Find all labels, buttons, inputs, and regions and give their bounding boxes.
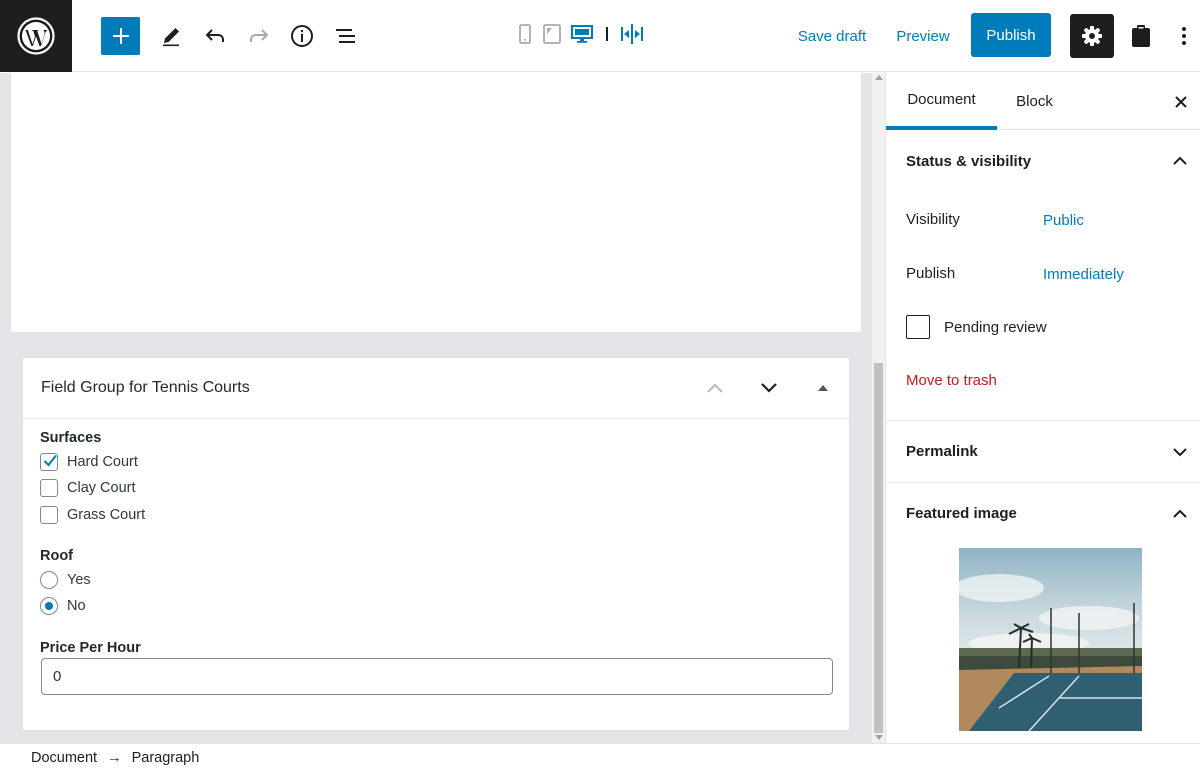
roof-option-no[interactable]: No bbox=[40, 597, 86, 615]
chevron-up-icon bbox=[1173, 509, 1187, 518]
pending-review-row[interactable]: Pending review bbox=[906, 315, 1047, 339]
add-block-button[interactable] bbox=[101, 17, 140, 55]
settings-button[interactable] bbox=[1070, 14, 1114, 58]
permalink-title: Permalink bbox=[906, 443, 978, 460]
tablet-preview-button[interactable] bbox=[541, 22, 563, 46]
mobile-preview-button[interactable] bbox=[515, 22, 535, 46]
toggle-panel-button[interactable] bbox=[808, 373, 838, 403]
preview-button[interactable]: Preview bbox=[889, 22, 957, 50]
chevron-down-icon bbox=[761, 383, 777, 393]
surface-option-hard-court[interactable]: Hard Court bbox=[40, 453, 138, 471]
tab-block[interactable]: Block bbox=[997, 73, 1072, 130]
featured-image-title: Featured image bbox=[906, 505, 1017, 522]
chevron-up-icon bbox=[707, 383, 723, 393]
list-view-icon bbox=[336, 29, 355, 43]
scrollbar-thumb[interactable] bbox=[874, 363, 883, 733]
close-icon bbox=[1175, 95, 1187, 108]
surface-option-clay-court[interactable]: Clay Court bbox=[40, 479, 136, 497]
breadcrumb-document[interactable]: Document bbox=[31, 750, 97, 766]
editor-canvas: Field Group for Tennis Courts Surfaces H… bbox=[0, 73, 885, 743]
triangle-up-icon bbox=[818, 385, 828, 391]
surface-option-grass-court[interactable]: Grass Court bbox=[40, 506, 145, 524]
visibility-label: Visibility bbox=[906, 211, 960, 228]
tab-document[interactable]: Document bbox=[886, 73, 997, 130]
chevron-down-icon bbox=[1173, 447, 1187, 456]
breadcrumb-paragraph[interactable]: Paragraph bbox=[132, 750, 200, 766]
price-per-hour-label: Price Per Hour bbox=[40, 640, 141, 656]
roof-yes-radio[interactable] bbox=[40, 571, 58, 589]
checkmark-icon bbox=[43, 454, 57, 467]
breadcrumb-separator: → bbox=[107, 750, 122, 766]
info-icon bbox=[291, 25, 313, 47]
pending-review-checkbox[interactable] bbox=[906, 315, 930, 339]
featured-image-thumbnail[interactable] bbox=[959, 548, 1142, 731]
mobile-icon bbox=[519, 24, 531, 44]
pencil-icon bbox=[163, 28, 179, 47]
toolbar-separator bbox=[606, 27, 608, 41]
wordpress-logo-button[interactable] bbox=[0, 0, 72, 72]
container-width-button[interactable] bbox=[618, 21, 646, 47]
more-options-button[interactable] bbox=[1170, 20, 1198, 52]
publish-date-toggle[interactable]: Immediately bbox=[1043, 266, 1124, 283]
clay-court-checkbox[interactable] bbox=[40, 479, 58, 497]
move-up-button[interactable] bbox=[700, 373, 730, 403]
roof-yes-label: Yes bbox=[67, 572, 91, 588]
status-visibility-panel-toggle[interactable]: Status & visibility bbox=[886, 131, 1200, 191]
editor-content-area[interactable] bbox=[11, 73, 861, 332]
status-visibility-title: Status & visibility bbox=[906, 152, 1032, 170]
publish-button[interactable]: Publish bbox=[971, 13, 1051, 57]
vertical-ellipsis-icon bbox=[1182, 27, 1186, 45]
permalink-panel-toggle[interactable]: Permalink bbox=[886, 421, 1200, 482]
roof-option-yes[interactable]: Yes bbox=[40, 571, 91, 589]
scroll-down-arrow[interactable] bbox=[875, 735, 883, 740]
content-info-button[interactable] bbox=[286, 20, 318, 52]
publish-label: Publish bbox=[906, 265, 956, 282]
clay-court-label: Clay Court bbox=[67, 480, 136, 496]
field-group-metabox: Field Group for Tennis Courts Surfaces H… bbox=[23, 358, 849, 730]
block-breadcrumb: Document → Paragraph bbox=[0, 743, 1200, 772]
metabox-title: Field Group for Tennis Courts bbox=[41, 379, 250, 396]
desktop-icon bbox=[571, 25, 593, 43]
pending-review-label: Pending review bbox=[944, 318, 1047, 336]
columns-width-icon bbox=[621, 24, 643, 44]
wordpress-icon bbox=[17, 17, 55, 55]
hard-court-checkbox[interactable] bbox=[40, 453, 58, 471]
move-to-trash-button[interactable]: Move to trash bbox=[906, 372, 997, 389]
edit-tool-button[interactable] bbox=[155, 20, 187, 52]
undo-icon bbox=[205, 29, 224, 42]
redo-icon bbox=[250, 29, 269, 42]
undo-button[interactable] bbox=[199, 20, 231, 52]
plugin-button[interactable] bbox=[1125, 20, 1157, 52]
surfaces-label: Surfaces bbox=[40, 430, 102, 446]
desktop-preview-button[interactable] bbox=[570, 22, 594, 46]
roof-no-radio[interactable] bbox=[40, 597, 58, 615]
grass-court-checkbox[interactable] bbox=[40, 506, 58, 524]
save-draft-button[interactable]: Save draft bbox=[790, 22, 874, 50]
sidebar-tabs: Document Block bbox=[886, 73, 1200, 130]
move-down-button[interactable] bbox=[754, 373, 784, 403]
roof-no-label: No bbox=[67, 598, 86, 614]
scroll-up-arrow[interactable] bbox=[875, 75, 883, 80]
redo-button[interactable] bbox=[243, 20, 275, 52]
plus-icon bbox=[112, 28, 129, 44]
settings-sidebar: Document Block Status & visibility Visib… bbox=[885, 73, 1200, 743]
roof-label: Roof bbox=[40, 548, 74, 564]
close-sidebar-button[interactable] bbox=[1166, 73, 1196, 130]
visibility-toggle[interactable]: Public bbox=[1043, 212, 1084, 229]
clipboard-icon bbox=[1132, 25, 1150, 47]
metabox-header: Field Group for Tennis Courts bbox=[23, 358, 849, 419]
gear-icon bbox=[1082, 26, 1102, 46]
tennis-court-photo bbox=[959, 548, 1142, 731]
block-navigation-button[interactable] bbox=[330, 20, 362, 52]
grass-court-label: Grass Court bbox=[67, 507, 146, 523]
price-per-hour-input[interactable] bbox=[41, 658, 833, 695]
hard-court-label: Hard Court bbox=[67, 454, 138, 470]
tablet-icon bbox=[543, 24, 561, 44]
editor-header: Save draft Preview Publish bbox=[0, 0, 1200, 72]
featured-image-panel-toggle[interactable]: Featured image bbox=[886, 483, 1200, 544]
chevron-up-icon bbox=[1173, 156, 1187, 165]
